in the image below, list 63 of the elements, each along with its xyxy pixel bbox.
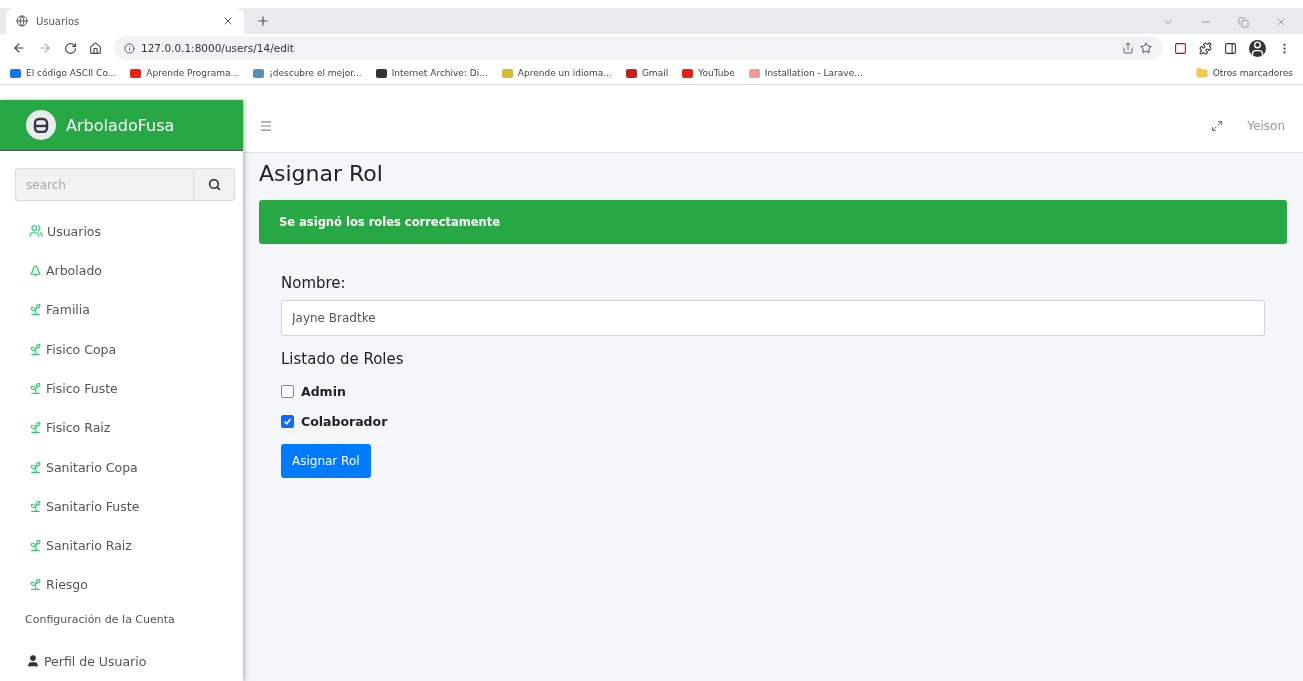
bookmark[interactable]: YouTube	[682, 68, 735, 78]
nav-item[interactable]: Fisico Raiz	[0, 408, 243, 448]
nav-item[interactable]: Sanitario Copa	[0, 447, 243, 487]
sprout-icon	[29, 539, 42, 553]
section-heading: Configuración de la Cuenta	[24, 611, 176, 628]
sprout-icon	[29, 421, 42, 435]
nav-item[interactable]: Fisico Fuste	[0, 368, 243, 409]
bookmark-folder[interactable]: Otros marcadores	[1195, 67, 1293, 79]
success-alert: Se asignó los roles correctamente	[259, 200, 1287, 244]
checkbox-icon[interactable]	[281, 414, 294, 428]
side-panel-icon[interactable]	[1224, 41, 1237, 55]
nav-item[interactable]: Riesgo	[0, 565, 243, 605]
sprout-icon	[29, 342, 42, 356]
search-icon	[207, 178, 221, 192]
users-icon	[29, 224, 43, 239]
nav-item[interactable]: Sanitario Raiz	[0, 525, 243, 566]
bookmark[interactable]: Aprende un idioma...	[501, 68, 612, 78]
info-icon	[124, 42, 135, 54]
nav-item[interactable]: Familia	[0, 290, 243, 330]
nav-item[interactable]: Usuarios	[0, 211, 243, 251]
field-label: Nombre:	[281, 274, 347, 292]
sprout-icon	[29, 303, 42, 317]
avatar-icon[interactable]	[1249, 39, 1266, 57]
submit-button[interactable]: Asignar Rol	[281, 444, 371, 478]
section-heading: Listado de Roles	[281, 350, 405, 368]
puzzle-icon[interactable]	[1199, 41, 1212, 55]
bookmark[interactable]: Aprende Programa...	[130, 68, 240, 78]
search-button[interactable]	[193, 168, 235, 202]
page-title: Asignar Rol	[259, 161, 384, 186]
search-field[interactable]: search	[15, 168, 193, 202]
new-tab-icon[interactable]	[256, 14, 270, 28]
bookmark[interactable]: El código ASCII Co...	[10, 68, 117, 78]
nav-item[interactable]: Arbolado	[0, 250, 243, 291]
nav-item[interactable]: Perfil de Usuario	[0, 641, 243, 681]
role-checkbox[interactable]: Admin	[281, 376, 1265, 406]
sprout-icon	[29, 578, 42, 592]
role-label: Admin	[301, 383, 346, 399]
sprout-icon	[29, 499, 42, 513]
role-label: Colaborador	[301, 413, 388, 429]
checkbox-icon[interactable]	[281, 384, 294, 398]
globe-icon	[16, 15, 28, 27]
bookmark[interactable]: Installation - Larave...	[748, 68, 863, 78]
name-field[interactable]: Jayne Bradtke	[281, 300, 1265, 336]
address-bar[interactable]: 127.0.0.1:8000/users/14/edit	[114, 36, 1162, 60]
bookmark[interactable]: Gmail	[625, 68, 669, 78]
nav-item[interactable]: Sanitario Fuste	[0, 486, 243, 526]
home-icon[interactable]	[89, 41, 102, 55]
role-checkbox[interactable]: Colaborador	[281, 406, 1265, 436]
tree-icon	[29, 263, 42, 277]
close-icon[interactable]	[222, 15, 234, 27]
sprout-icon	[29, 460, 42, 474]
back-icon[interactable]	[12, 41, 26, 55]
fullscreen-icon[interactable]	[1211, 120, 1224, 132]
browser-tab[interactable]: Usuarios	[6, 8, 244, 34]
star-icon[interactable]	[1140, 42, 1152, 54]
reload-icon[interactable]	[64, 41, 77, 55]
nav-item[interactable]: Fisico Copa	[0, 329, 243, 369]
share-icon[interactable]	[1122, 42, 1134, 54]
sprout-icon	[29, 381, 42, 395]
bookmark[interactable]: Internet Archive: Di...	[375, 68, 488, 78]
bookmark[interactable]: ¡descubre el mejor...	[253, 68, 362, 78]
user-icon	[26, 654, 40, 669]
folder-icon	[1195, 67, 1208, 79]
